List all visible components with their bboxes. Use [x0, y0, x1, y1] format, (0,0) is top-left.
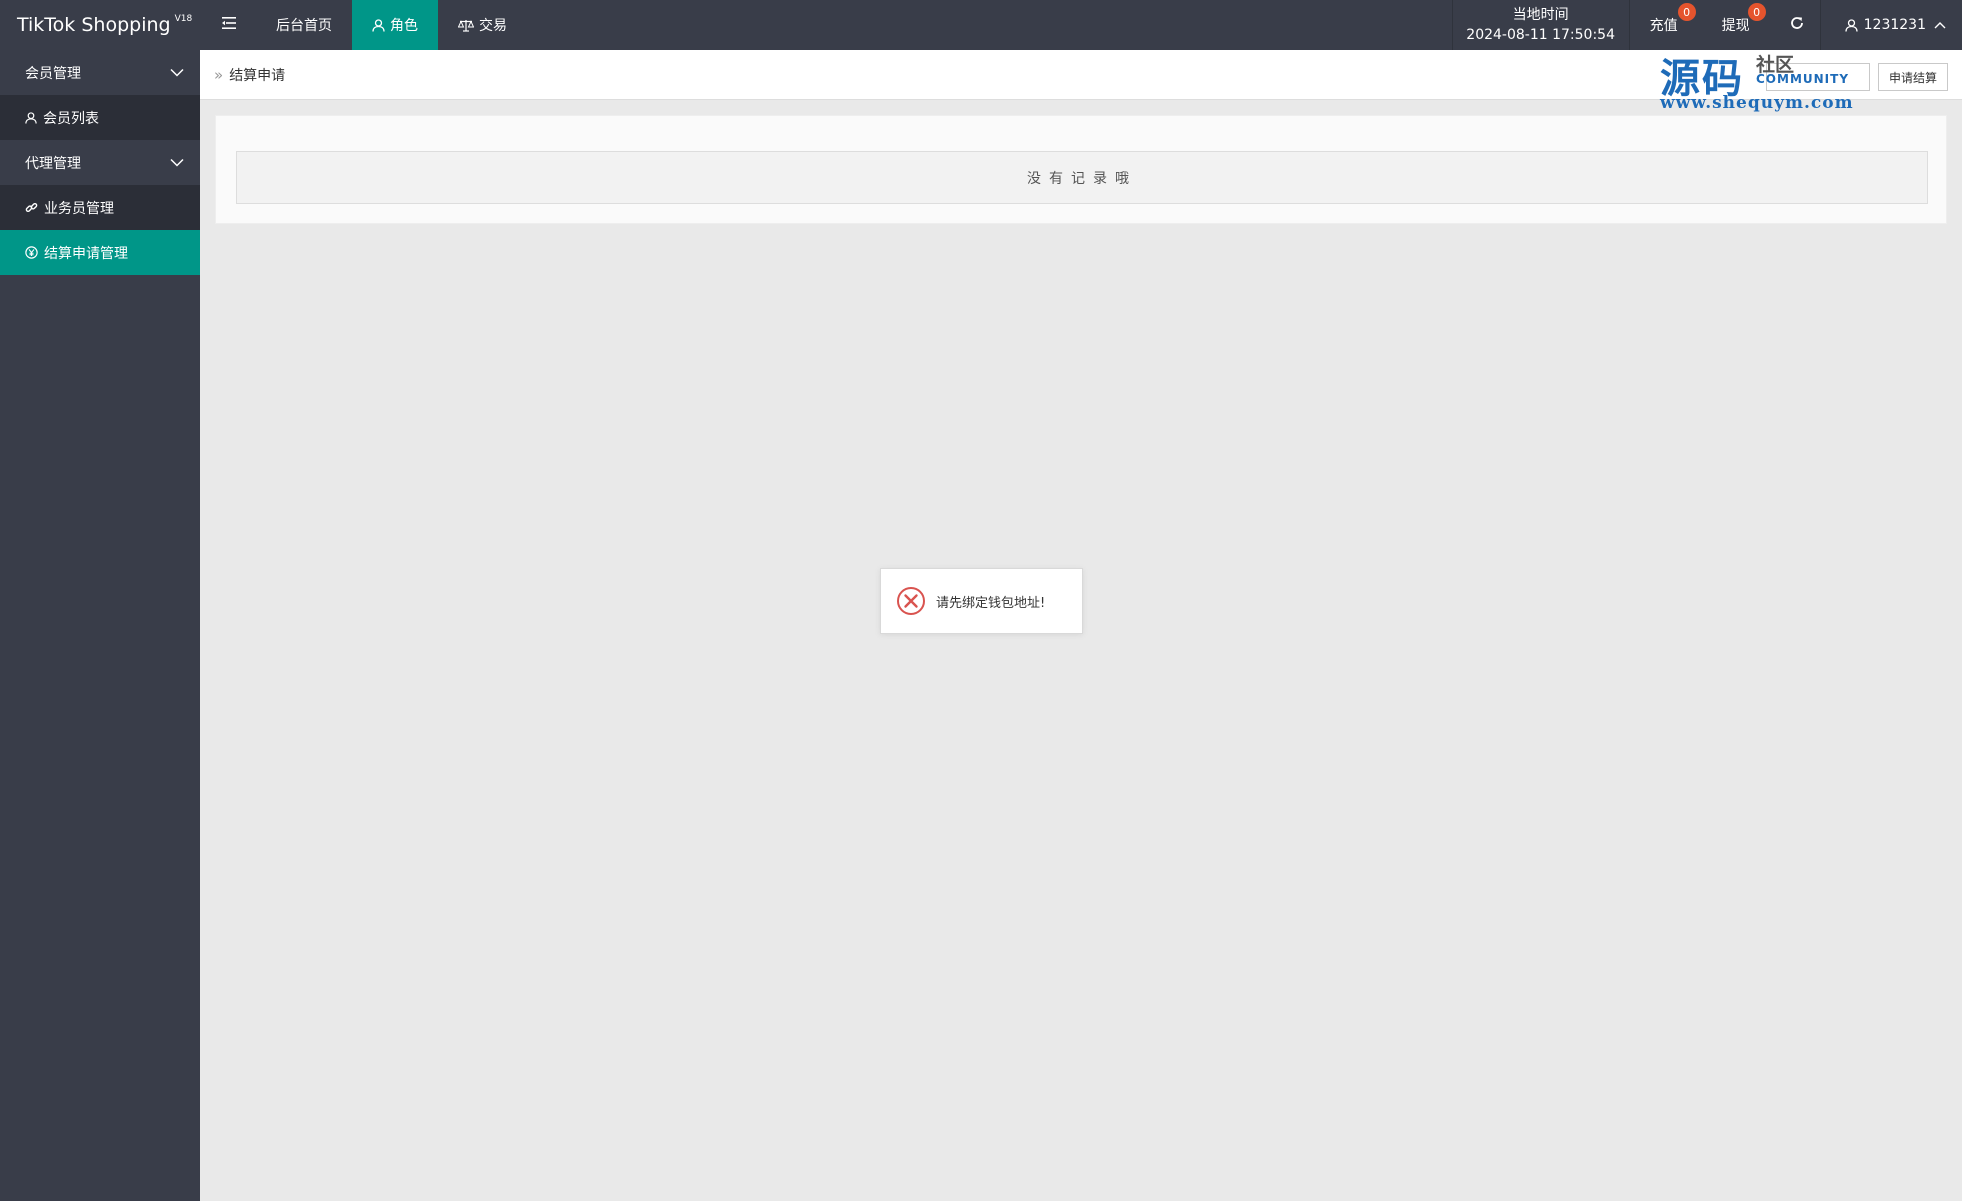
app-title: TikTok Shopping — [17, 14, 171, 36]
sidebar-group-label: 会员管理 — [25, 65, 81, 82]
sidebar: 会员管理 会员列表 代理管理 业务员管理 结算申请管理 — [0, 50, 200, 1201]
local-time: 当地时间 2024-08-11 17:50:54 — [1451, 0, 1630, 50]
double-chevron-icon: » — [214, 65, 224, 84]
withdraw-button[interactable]: 提现 0 — [1704, 0, 1774, 50]
menu-toggle-icon — [222, 17, 236, 33]
refresh-button[interactable] — [1774, 0, 1820, 50]
content-card: 没有记录哦 — [215, 115, 1947, 224]
refresh-icon — [1790, 16, 1804, 34]
header-right: 当地时间 2024-08-11 17:50:54 充值 0 提现 0 12312… — [1451, 0, 1962, 50]
sidebar-item-salesman[interactable]: 业务员管理 — [0, 185, 200, 230]
nav-role-label: 角色 — [390, 18, 418, 34]
chevron-down-icon — [170, 155, 184, 171]
sidebar-item-label: 结算申请管理 — [44, 245, 128, 262]
app-version: V18 — [174, 14, 193, 24]
user-name: 1231231 — [1863, 17, 1926, 33]
yen-circle-icon — [25, 246, 38, 259]
sidebar-group-agent[interactable]: 代理管理 — [0, 140, 200, 185]
sidebar-group-member[interactable]: 会员管理 — [0, 50, 200, 95]
sidebar-item-settlement[interactable]: 结算申请管理 — [0, 230, 200, 275]
withdraw-badge: 0 — [1747, 3, 1766, 21]
user-icon — [25, 111, 37, 124]
nav-trade-label: 交易 — [479, 18, 507, 34]
user-menu[interactable]: 1231231 — [1819, 0, 1962, 50]
chevron-up-icon — [1934, 21, 1946, 29]
charge-button[interactable]: 充值 0 — [1630, 0, 1704, 50]
top-nav: 后台首页 角色 交易 — [200, 0, 527, 50]
charge-label: 充值 — [1649, 18, 1678, 34]
user-icon — [372, 18, 385, 32]
local-time-value: 2024-08-11 17:50:54 — [1466, 27, 1615, 43]
sidebar-item-member-list[interactable]: 会员列表 — [0, 95, 200, 140]
link-icon — [25, 201, 38, 214]
sidebar-toggle-button[interactable] — [200, 0, 256, 50]
breadcrumb-current: 结算申请 — [229, 67, 286, 84]
sidebar-group-label: 代理管理 — [25, 155, 81, 172]
withdraw-label: 提现 — [1721, 18, 1750, 34]
user-icon — [1844, 18, 1858, 32]
apply-settlement-button-secondary[interactable] — [1766, 63, 1870, 91]
nav-home-label: 后台首页 — [276, 18, 332, 34]
error-icon — [896, 586, 926, 616]
chevron-down-icon — [170, 65, 184, 81]
app-logo[interactable]: TikTok Shopping V18 — [0, 0, 200, 50]
local-time-label: 当地时间 — [1512, 7, 1569, 23]
scale-icon — [458, 19, 474, 32]
sidebar-item-label: 会员列表 — [43, 110, 99, 127]
sidebar-item-label: 业务员管理 — [44, 200, 114, 217]
breadcrumb: » 结算申请 申请结算 — [200, 50, 1962, 100]
charge-badge: 0 — [1677, 3, 1696, 21]
apply-settlement-button[interactable]: 申请结算 — [1878, 63, 1948, 91]
toast-message: 请先绑定钱包地址! — [936, 595, 1046, 611]
nav-trade[interactable]: 交易 — [438, 0, 527, 50]
nav-home[interactable]: 后台首页 — [256, 0, 352, 50]
nav-role[interactable]: 角色 — [352, 0, 438, 50]
empty-state: 没有记录哦 — [236, 151, 1928, 204]
top-header: TikTok Shopping V18 后台首页 角色 交易 当地时间 2024… — [0, 0, 1962, 50]
error-toast: 请先绑定钱包地址! — [880, 568, 1083, 634]
